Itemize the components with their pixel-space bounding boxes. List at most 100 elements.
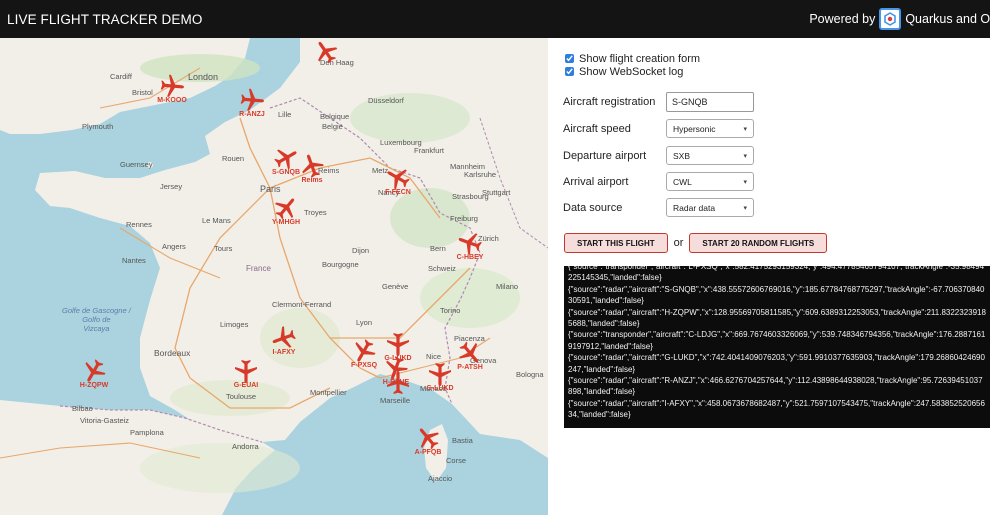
map-city-label: Dijon xyxy=(352,246,370,255)
map-city-label: Torino xyxy=(440,306,461,315)
source-label: Data source xyxy=(563,201,623,214)
show-log-checkbox[interactable] xyxy=(565,67,574,76)
app-title: LIVE FLIGHT TRACKER DEMO xyxy=(7,11,203,27)
aircraft-marker[interactable] xyxy=(415,425,441,451)
aircraft-label: I-AFXY xyxy=(272,349,296,356)
aircraft-marker[interactable] xyxy=(271,325,297,351)
map-city-label: Milano xyxy=(496,282,519,291)
powered-by: Powered by Quarkus and Ope xyxy=(809,8,990,30)
aircraft-marker[interactable] xyxy=(385,370,411,396)
registration-label: Aircraft registration xyxy=(563,96,656,108)
chevron-down-icon: ▾ xyxy=(743,204,747,212)
arrival-label: Arrival airport xyxy=(563,175,629,188)
speed-select[interactable]: Hypersonic ▾ xyxy=(666,119,754,138)
airplane-icon xyxy=(235,360,257,383)
speed-row: Aircraft speed Hypersonic ▾ xyxy=(563,119,754,138)
map-city-label: Troyes xyxy=(304,208,327,217)
map-city-label: Bastia xyxy=(452,436,473,445)
aircraft-marker[interactable] xyxy=(159,73,185,99)
aircraft-label: G-LUKD xyxy=(426,385,454,392)
aircraft-label: M-KOOO xyxy=(157,97,187,104)
airplane-icon xyxy=(160,74,184,97)
websocket-log[interactable]: {"source":"transponder","aircraft":"L-PX… xyxy=(564,266,990,428)
map-city-label: Bordeaux xyxy=(154,348,191,358)
aircraft-label: R-ANZJ xyxy=(239,111,265,118)
map-country-label: France xyxy=(246,264,271,273)
start-random-flights-button[interactable]: START 20 RANDOM FLIGHTS xyxy=(689,233,828,253)
log-line: {"source":"radar","aircraft":"H-ZQPW","x… xyxy=(568,307,986,329)
map-city-label: Limoges xyxy=(220,320,249,329)
map-city-label: Marseille xyxy=(380,396,411,405)
map-city-label: België xyxy=(322,122,343,131)
map-city-label: London xyxy=(188,72,219,82)
map-city-label: Bilbao xyxy=(72,404,93,413)
aircraft-label: G-EUAI xyxy=(233,382,259,389)
map-city-label: Stuttgart xyxy=(482,188,511,197)
map-city-label: Lyon xyxy=(356,318,372,327)
aircraft-marker[interactable] xyxy=(233,358,259,384)
log-line: {"source":"transponder","aircraft":"L-PX… xyxy=(568,266,985,283)
map-city-label: Bologna xyxy=(516,370,544,379)
map-city-label: Nice xyxy=(426,352,442,361)
flight-map[interactable]: Cardiff London Bristol Plymouth Den Haag… xyxy=(0,38,548,515)
aircraft-marker[interactable] xyxy=(457,340,483,366)
registration-input[interactable]: S-GNQB xyxy=(666,92,754,112)
source-row: Data source Radar data ▾ xyxy=(563,198,754,217)
map-city-label: Andorra xyxy=(232,442,259,451)
speed-select-value: Hypersonic xyxy=(673,123,716,134)
source-select[interactable]: Radar data ▾ xyxy=(666,198,754,217)
airplane-icon xyxy=(429,363,451,386)
arrival-select[interactable]: CWL ▾ xyxy=(666,172,754,191)
start-flight-button[interactable]: START THIS FLIGHT xyxy=(564,233,668,253)
map-city-label: Nantes xyxy=(122,256,146,265)
log-line: {"source":"transponder","aircraft":"C-LD… xyxy=(568,330,986,351)
map-city-label: Cardiff xyxy=(110,72,132,81)
registration-row: Aircraft registration S-GNQB xyxy=(563,92,754,112)
source-select-value: Radar data xyxy=(673,202,716,213)
aircraft-label: P-ATSH xyxy=(457,364,483,371)
arrival-select-value: CWL xyxy=(673,176,692,187)
aircraft-marker[interactable] xyxy=(313,39,339,65)
aircraft-label: C-HBEY xyxy=(456,254,484,261)
map-city-label: Toulouse xyxy=(226,392,257,401)
visibility-options: Show flight creation form Show WebSocket… xyxy=(565,52,700,78)
aircraft-marker[interactable] xyxy=(81,358,107,384)
speed-label: Aircraft speed xyxy=(563,122,631,135)
aircraft-marker[interactable] xyxy=(385,165,411,191)
map-city-label: Clermont-Ferrand xyxy=(272,300,332,309)
departure-select-value: SXB xyxy=(673,150,691,161)
aircraft-label: Y-MHGH xyxy=(272,219,300,226)
aircraft-label: F-PXSQ xyxy=(350,362,378,369)
aircraft-marker[interactable] xyxy=(239,87,265,113)
aircraft-marker[interactable] xyxy=(427,361,453,387)
map-city-label: Rouen xyxy=(222,154,245,163)
aircraft-label: F-FECN xyxy=(385,189,411,196)
log-line: {"source":"radar","aircraft":"S-GNQB","x… xyxy=(568,284,985,306)
show-log-option[interactable]: Show WebSocket log xyxy=(565,65,700,78)
map-city-label: Plymouth xyxy=(82,122,114,131)
show-form-checkbox[interactable] xyxy=(565,54,574,63)
aircraft-marker[interactable] xyxy=(273,195,299,221)
quarkus-logo-icon xyxy=(879,8,902,30)
airplane-icon xyxy=(387,371,409,394)
map-city-label: Belgique xyxy=(320,112,350,121)
log-line: {"source":"radar","aircraft":"I-AFXY","x… xyxy=(568,398,985,420)
show-log-label: Show WebSocket log xyxy=(579,65,684,78)
aircraft-marker[interactable] xyxy=(299,153,325,179)
chevron-down-icon: ▾ xyxy=(743,178,747,186)
map-city-label: Bourgogne xyxy=(322,260,359,269)
map-city-label: Düsseldorf xyxy=(368,96,404,105)
aircraft-marker[interactable] xyxy=(351,338,377,364)
aircraft-label: H-ZQPW xyxy=(79,382,109,389)
airplane-icon xyxy=(240,88,264,111)
departure-row: Departure airport SXB ▾ xyxy=(563,146,754,165)
chevron-down-icon: ▾ xyxy=(743,152,747,160)
aircraft-marker[interactable] xyxy=(457,230,483,256)
log-line: {"source":"radar","aircraft":"G-LUKD","x… xyxy=(568,353,985,374)
departure-select[interactable]: SXB ▾ xyxy=(666,146,754,165)
map-city-label: Paris xyxy=(260,184,281,194)
map-city-label: Angers xyxy=(162,242,186,251)
map-city-label: Lille xyxy=(278,110,292,119)
log-line: {"source":"radar","aircraft":"R-ANZJ","x… xyxy=(568,376,983,397)
show-form-option[interactable]: Show flight creation form xyxy=(565,52,700,65)
